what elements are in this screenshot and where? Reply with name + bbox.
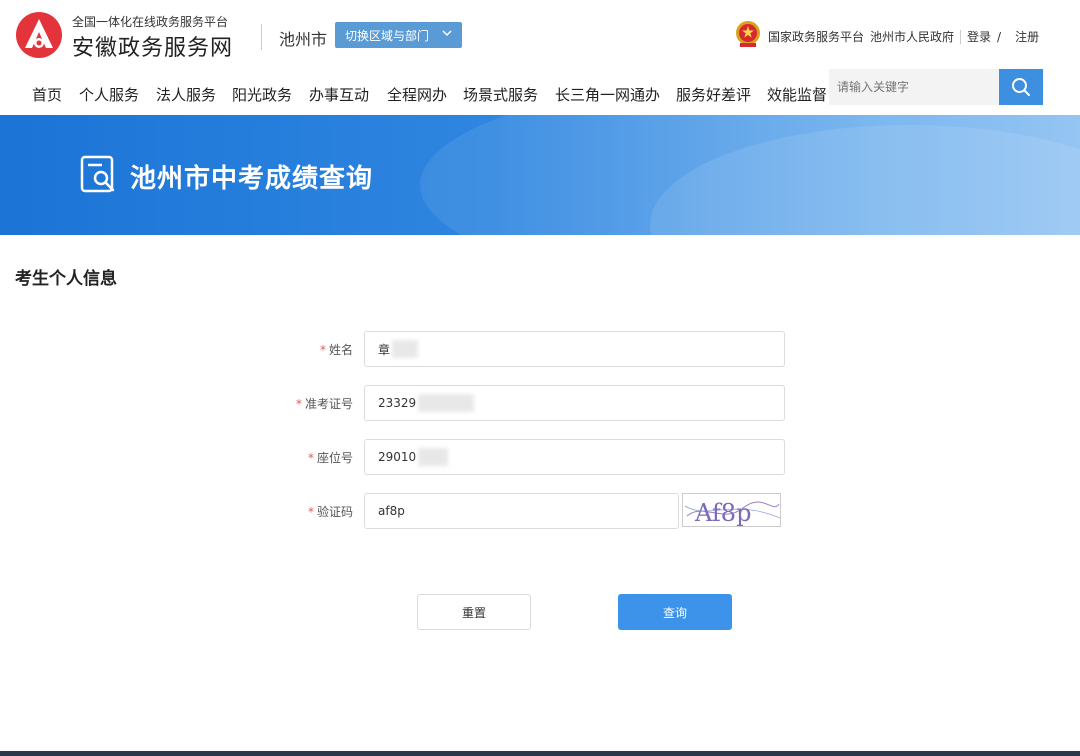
page-banner: 池州市中考成绩查询 <box>0 115 1080 235</box>
name-row: * 姓名 章 <box>0 331 1080 367</box>
captcha-input[interactable]: af8p <box>364 493 679 529</box>
search-input[interactable] <box>829 69 999 105</box>
seat-row: * 座位号 29010 <box>0 439 1080 475</box>
current-city: 池州市 <box>279 30 328 49</box>
name-label: * 姓名 <box>319 343 353 357</box>
seat-label: * 座位号 <box>307 451 353 465</box>
nav-item-yangtze[interactable]: 长三角一网通办 <box>555 84 660 105</box>
link-divider <box>960 29 962 44</box>
switch-region-label: 切换区域与部门 <box>345 28 430 43</box>
captcha-graphic: Af8p <box>684 499 780 527</box>
required-mark: * <box>307 451 314 465</box>
captcha-image[interactable]: Af8p <box>682 493 781 527</box>
section-title: 考生个人信息 <box>15 269 117 289</box>
required-mark: * <box>319 343 326 357</box>
nav-item-supervision[interactable]: 效能监督 <box>767 84 827 105</box>
required-mark: * <box>295 397 302 411</box>
search-document-icon <box>80 155 115 193</box>
nav-item-open-gov[interactable]: 阳光政务 <box>232 84 292 105</box>
nav-item-rating[interactable]: 服务好差评 <box>676 84 751 105</box>
switch-region-button[interactable]: 切换区域与部门 <box>335 22 462 48</box>
ticket-row: * 准考证号 23329 <box>0 385 1080 421</box>
slash-separator: / <box>997 29 1002 44</box>
required-mark: * <box>307 505 314 519</box>
seat-number-value: 29010 <box>378 450 417 464</box>
reset-button[interactable]: 重置 <box>417 594 531 630</box>
search-icon <box>1012 78 1030 96</box>
redacted-blur <box>418 394 475 412</box>
ticket-label: * 准考证号 <box>295 397 353 411</box>
ticket-number-value: 23329 <box>378 396 417 410</box>
city-gov-link[interactable]: 池州市人民政府 <box>870 28 954 45</box>
logo-title[interactable]: 安徽政务服务网 <box>72 30 233 62</box>
site-header: 全国一体化在线政务服务平台 安徽政务服务网 池州市 切换区域与部门 国家政务服务… <box>0 0 1080 70</box>
top-right-links: 国家政务服务平台 池州市人民政府 登录 / 注册 <box>768 28 1039 45</box>
national-platform-link[interactable]: 国家政务服务平台 <box>768 28 864 45</box>
captcha-text: Af8p <box>694 499 751 527</box>
national-emblem-icon <box>736 21 760 47</box>
captcha-label: * 验证码 <box>307 505 353 519</box>
name-value: 章 <box>378 342 391 357</box>
login-link[interactable]: 登录 <box>967 28 991 45</box>
anhui-logo-icon[interactable] <box>14 10 64 60</box>
register-link[interactable]: 注册 <box>1015 28 1039 45</box>
query-button[interactable]: 查询 <box>618 594 732 630</box>
search-button[interactable] <box>999 69 1043 105</box>
footer-bar <box>0 751 1080 756</box>
nav-item-online[interactable]: 全程网办 <box>387 84 447 105</box>
nav-item-interaction[interactable]: 办事互动 <box>309 84 369 105</box>
page-title: 池州市中考成绩查询 <box>130 164 374 194</box>
redacted-blur <box>392 340 419 358</box>
nav-item-home[interactable]: 首页 <box>32 84 62 105</box>
chevron-down-icon <box>442 30 452 37</box>
captcha-row: * 验证码 af8p Af8p <box>0 493 1080 529</box>
name-field[interactable]: 章 <box>364 331 785 367</box>
nav-item-scenario[interactable]: 场景式服务 <box>463 84 538 105</box>
redacted-blur <box>418 448 449 466</box>
seat-number-field[interactable]: 29010 <box>364 439 785 475</box>
nav-item-legal[interactable]: 法人服务 <box>156 84 216 105</box>
header-divider <box>261 24 262 50</box>
logo-subtitle: 全国一体化在线政务服务平台 <box>72 15 229 29</box>
captcha-input-value: af8p <box>378 504 405 518</box>
ticket-number-field[interactable]: 23329 <box>364 385 785 421</box>
nav-item-personal[interactable]: 个人服务 <box>79 84 139 105</box>
